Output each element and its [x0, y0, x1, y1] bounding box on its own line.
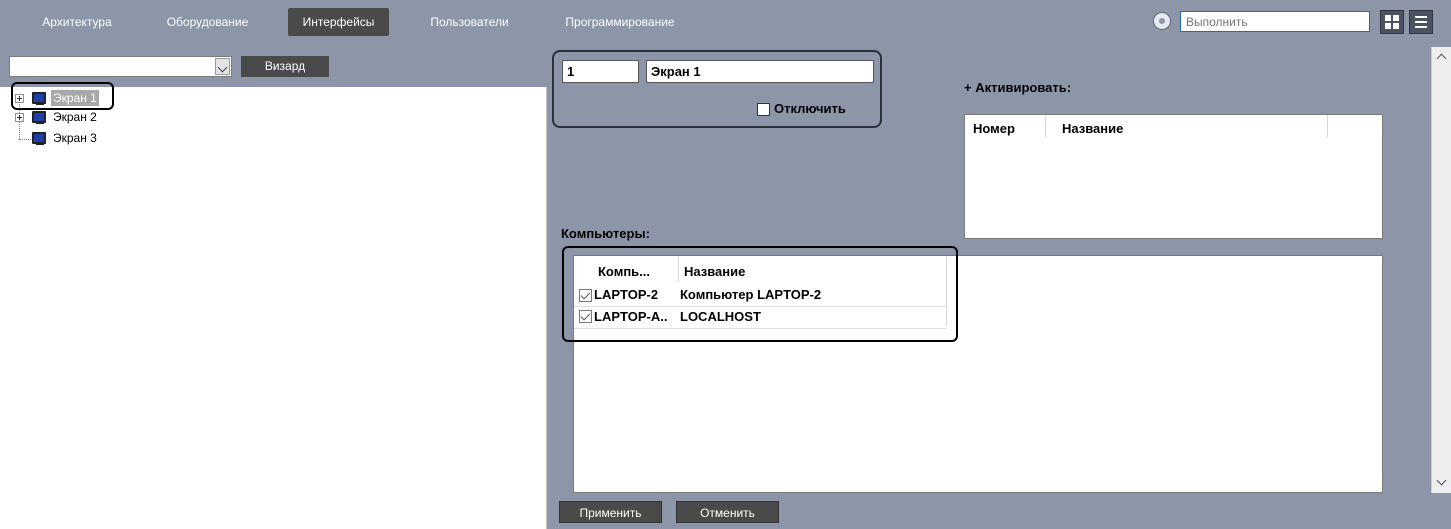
tree-item-label: Экран 2	[53, 110, 97, 124]
tree-item-screen-2[interactable]: Экран 2	[15, 109, 115, 125]
main-tab-bar: Архитектура Оборудование Интерфейсы Поль…	[0, 0, 1451, 47]
activate-label[interactable]: + Активировать:	[964, 80, 1071, 95]
column-divider	[1045, 115, 1046, 137]
highlight-frame	[11, 82, 114, 110]
monitor-icon	[32, 111, 46, 124]
object-tree: Экран 1 Экран 2 Экран 3	[0, 82, 547, 529]
column-divider	[1327, 115, 1328, 137]
run-input[interactable]	[1180, 11, 1370, 32]
activate-table: Номер Название	[964, 114, 1383, 239]
column-header-number[interactable]: Номер	[973, 121, 1015, 136]
object-type-select[interactable]	[9, 56, 232, 77]
cancel-button[interactable]: Отменить	[676, 501, 779, 523]
disable-label: Отключить	[774, 101, 846, 116]
tab-equipment[interactable]: Оборудование	[150, 8, 265, 36]
vertical-scrollbar[interactable]	[1431, 47, 1451, 493]
chevron-down-icon[interactable]	[1436, 475, 1447, 486]
grid-icon[interactable]	[1380, 10, 1404, 34]
wizard-button[interactable]: Визард	[241, 56, 329, 77]
screen-settings-panel: Отключить + Активировать: Номер Название…	[547, 47, 1431, 493]
action-bar: Применить Отменить	[547, 493, 1451, 529]
monitor-icon	[32, 132, 46, 145]
tree-item-label: Экран 3	[53, 131, 97, 145]
tab-users[interactable]: Пользователи	[412, 8, 527, 36]
tree-item-screen-3[interactable]: Экран 3	[15, 130, 115, 146]
tree-toolbar: Визард	[0, 47, 547, 87]
screen-name-field[interactable]	[646, 60, 874, 83]
computers-label: Компьютеры:	[561, 226, 650, 241]
screen-id-group: Отключить	[552, 50, 882, 128]
tab-programming[interactable]: Программирование	[550, 8, 690, 36]
apply-button[interactable]: Применить	[559, 501, 662, 523]
screen-number-field[interactable]	[562, 60, 639, 83]
column-header-name[interactable]: Название	[1062, 121, 1123, 136]
chevron-up-icon[interactable]	[1436, 53, 1447, 64]
expand-icon[interactable]	[15, 113, 24, 122]
tab-architecture[interactable]: Архитектура	[22, 8, 132, 36]
disable-checkbox[interactable]	[757, 103, 770, 116]
highlight-frame	[562, 246, 958, 342]
chevron-down-icon[interactable]	[215, 58, 230, 75]
menu-icon[interactable]	[1409, 10, 1433, 34]
tab-interfaces[interactable]: Интерфейсы	[288, 8, 389, 36]
gear-icon[interactable]	[1153, 12, 1171, 30]
